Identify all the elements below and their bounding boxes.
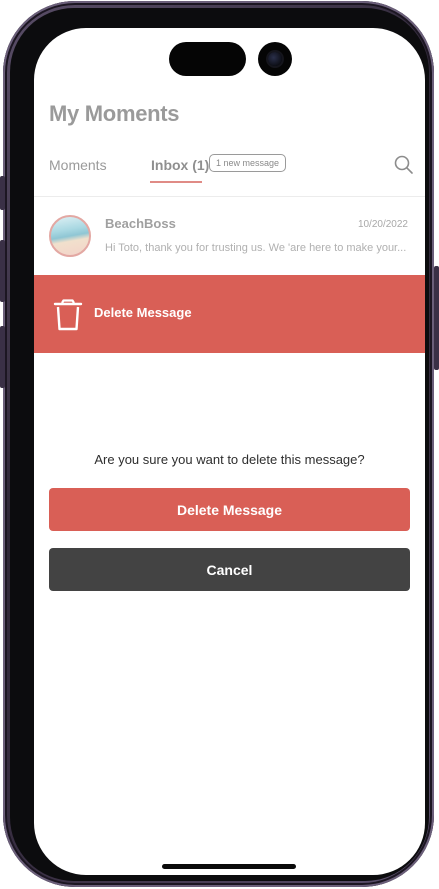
cancel-button[interactable]: Cancel: [49, 548, 410, 591]
new-message-badge: 1 new message: [209, 154, 287, 172]
search-icon[interactable]: [393, 154, 415, 176]
tab-inbox[interactable]: Inbox (1): [151, 157, 209, 173]
message-date: 10/20/2022: [357, 219, 408, 230]
active-tab-indicator: [150, 181, 202, 183]
avatar: [49, 215, 91, 257]
tab-moments[interactable]: Moments: [49, 157, 107, 173]
swipe-delete-label: Delete Message: [94, 305, 192, 320]
divider: [34, 196, 425, 197]
delete-message-button[interactable]: Delete Message: [49, 488, 410, 531]
phone-bezel: My Moments Moments Inbox (1) 1 new messa…: [10, 8, 429, 881]
tab-bar: Moments Inbox (1) 1 new message: [49, 154, 414, 190]
action-button: [0, 176, 5, 210]
camera-icon: [258, 42, 292, 76]
home-indicator[interactable]: [162, 864, 296, 869]
swipe-delete-action[interactable]: Delete Message: [34, 275, 425, 353]
power-button: [434, 266, 439, 370]
confirm-question: Are you sure you want to delete this mes…: [94, 452, 365, 467]
volume-down-button: [0, 326, 5, 388]
screen: My Moments Moments Inbox (1) 1 new messa…: [34, 28, 425, 875]
message-list-item[interactable]: BeachBoss 10/20/2022 Hi Toto, thank you …: [34, 198, 425, 274]
dynamic-island: [169, 42, 246, 76]
message-preview: Hi Toto, thank you for trusting us. We '…: [105, 242, 407, 254]
page-title: My Moments: [49, 101, 180, 126]
volume-up-button: [0, 240, 5, 302]
trash-icon: [53, 299, 83, 331]
message-sender: BeachBoss: [105, 216, 176, 231]
